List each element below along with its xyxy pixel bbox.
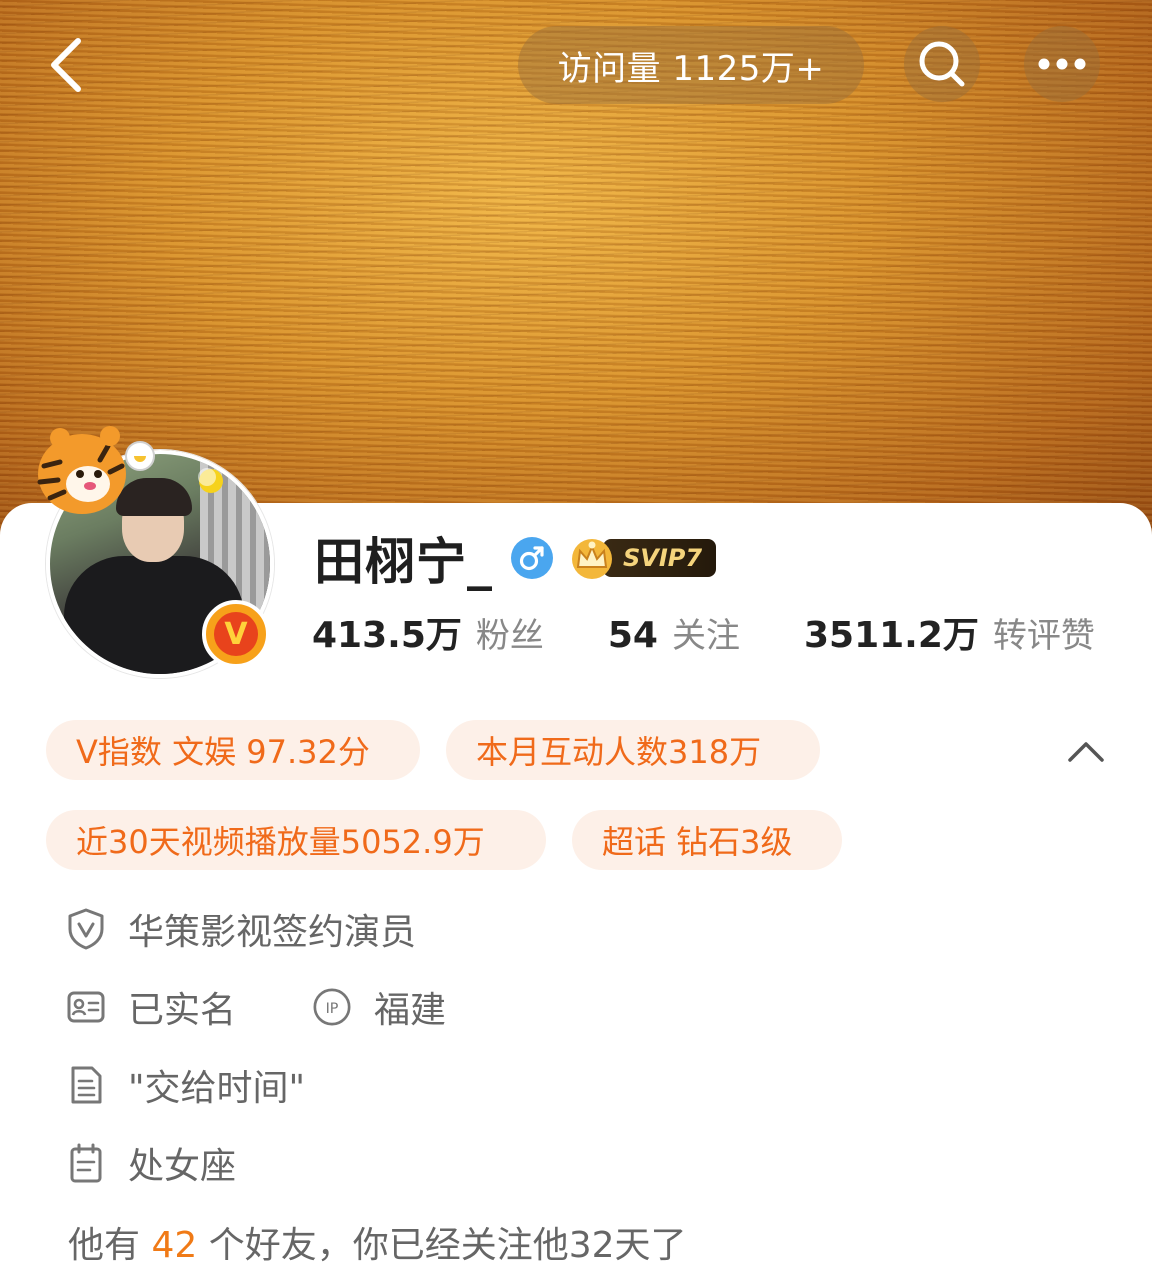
chevron-up-icon	[1068, 742, 1104, 762]
verified-badge: V	[202, 600, 270, 668]
tag-label: 本月互动人数318万	[476, 733, 762, 771]
tag-super-topic[interactable]: 超话 钻石3级	[572, 810, 842, 870]
stat-label: 粉丝	[475, 616, 544, 656]
svip-badge[interactable]: SVIP7	[567, 535, 717, 581]
search-button[interactable]	[904, 26, 980, 102]
stat-followers[interactable]: 413.5万 粉丝	[312, 606, 544, 658]
calendar-icon	[66, 1143, 106, 1183]
stat-label: 转评赞	[992, 616, 1095, 656]
info-ip-location: IP 福建	[312, 982, 446, 1032]
avatar-container[interactable]: V	[30, 416, 280, 678]
visit-count-pill[interactable]: 访问量 1125万+	[518, 26, 864, 104]
id-card-icon	[66, 987, 106, 1027]
collapse-tags-button[interactable]	[1064, 730, 1108, 770]
svip-level-label: SVIP7	[603, 539, 717, 577]
friends-summary[interactable]: 他有 42 个好友，你已经关注他32天了	[68, 1216, 687, 1268]
profile-name: 田栩宁_	[314, 533, 493, 591]
bio-text: "交给时间"	[128, 1068, 306, 1109]
stats-row: 413.5万 粉丝 54 关注 3511.2万 转评赞	[312, 606, 1095, 660]
stat-value: 413.5万	[312, 615, 462, 656]
info-real-name: 已实名	[66, 982, 236, 1032]
tag-label: V指数 文娱 97.32分	[76, 733, 370, 771]
tag-label: 超话 钻石3级	[602, 823, 793, 861]
tiger-avatar-pendant-icon	[37, 426, 155, 514]
ip-icon-label: IP	[326, 1001, 339, 1017]
search-icon	[919, 41, 965, 87]
real-name-text: 已实名	[128, 990, 237, 1031]
name-row: 田栩宁_ SVIP7	[314, 528, 717, 591]
constellation-text: 处女座	[128, 1146, 237, 1187]
stat-following[interactable]: 54 关注	[608, 608, 740, 657]
info-certification: 华策影视签约演员	[66, 904, 416, 954]
info-bio: "交给时间"	[66, 1060, 305, 1110]
document-icon	[66, 1065, 106, 1105]
stat-value: 3511.2万	[803, 615, 979, 656]
stat-label: 关注	[671, 616, 740, 656]
tag-label: 近30天视频播放量5052.9万	[76, 823, 485, 861]
male-gender-icon	[511, 537, 553, 579]
tag-v-index[interactable]: V指数 文娱 97.32分	[46, 720, 420, 780]
tag-monthly-interactions[interactable]: 本月互动人数318万	[446, 720, 820, 780]
visit-count-label: 访问量 1125万+	[557, 48, 825, 89]
crown-icon	[572, 539, 612, 579]
friends-suffix: 个好友，你已经关注他32天了	[197, 1225, 687, 1266]
shield-v-icon	[66, 908, 106, 950]
friends-count: 42	[151, 1225, 198, 1266]
ip-icon: IP	[312, 987, 352, 1027]
certification-text: 华策影视签约演员	[128, 912, 417, 953]
back-button[interactable]	[36, 30, 96, 100]
more-button[interactable]	[1024, 26, 1100, 102]
moon-badge-icon	[198, 468, 223, 493]
verified-v-icon: V	[214, 612, 258, 656]
tag-video-plays[interactable]: 近30天视频播放量5052.9万	[46, 810, 546, 870]
friends-prefix: 他有	[68, 1225, 152, 1266]
ip-location-text: 福建	[374, 990, 447, 1031]
info-constellation: 处女座	[66, 1138, 236, 1188]
chevron-left-icon	[51, 38, 81, 92]
stat-engagement[interactable]: 3511.2万 转评赞	[804, 606, 1095, 658]
stat-value: 54	[607, 615, 658, 656]
more-horizontal-icon	[1038, 58, 1086, 70]
